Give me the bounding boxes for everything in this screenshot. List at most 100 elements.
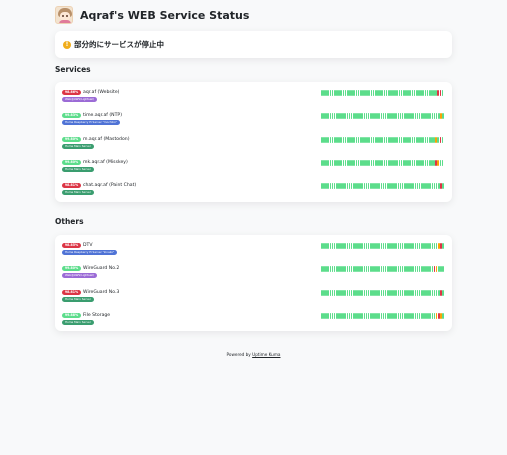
heartbeat-beat[interactable]: [429, 243, 432, 249]
heartbeat-beat[interactable]: [380, 113, 383, 120]
heartbeat-beat[interactable]: [361, 243, 364, 249]
heartbeat-beat[interactable]: [431, 183, 434, 190]
monitor-row[interactable]: 98.81% chat.aqr.af (Paint Chat) Home Main …: [62, 183, 444, 201]
heartbeat-beat[interactable]: [378, 289, 381, 296]
monitor-row[interactable]: 99.80% WireGuard No.2 Web@AWS(Lightsail): [62, 266, 444, 284]
heartbeat-beat[interactable]: [329, 266, 332, 273]
heartbeat-beat[interactable]: [346, 113, 349, 120]
heartbeat-beat[interactable]: [346, 183, 349, 190]
heartbeat-beat[interactable]: [355, 159, 358, 166]
monitor-name[interactable]: m.aqr.af (Mastodon): [83, 136, 130, 143]
heartbeat-beat[interactable]: [329, 289, 332, 296]
heartbeat-beat[interactable]: [344, 243, 347, 249]
footer-link[interactable]: Uptime Kuma: [252, 352, 280, 357]
heartbeat-beat[interactable]: [327, 113, 330, 120]
heartbeat-beat[interactable]: [442, 183, 444, 190]
heartbeat-beat[interactable]: [378, 113, 381, 120]
heartbeat-beat[interactable]: [363, 266, 366, 273]
heartbeat-beat[interactable]: [329, 113, 332, 120]
heartbeat-beat[interactable]: [411, 136, 414, 143]
monitor-name[interactable]: mk.aqr.af (Misskey): [83, 159, 128, 166]
monitor-row[interactable]: 98.86% aqr.af (Website) Web@AWS(Lightsail): [62, 90, 444, 108]
heartbeat-beat[interactable]: [344, 312, 347, 319]
heartbeat-beat[interactable]: [327, 312, 330, 319]
monitor-row[interactable]: 99.83% time.aqr.af (NTP) Home Raspberry Pi…: [62, 113, 444, 131]
heartbeat-beat[interactable]: [422, 159, 425, 166]
heartbeat-beat[interactable]: [429, 289, 432, 296]
heartbeat-beat[interactable]: [442, 243, 444, 249]
heartbeat-beat[interactable]: [414, 266, 417, 273]
heartbeat-beat[interactable]: [329, 183, 332, 190]
heartbeat-beat[interactable]: [412, 113, 415, 120]
heartbeat-beat[interactable]: [395, 183, 398, 190]
heartbeat-beat[interactable]: [329, 312, 332, 319]
monitor-name[interactable]: WireGuard No.2: [83, 265, 119, 272]
heartbeat-beat[interactable]: [368, 136, 371, 143]
heartbeat-beat[interactable]: [361, 113, 364, 120]
heartbeat-beat[interactable]: [424, 90, 427, 96]
heartbeat-beat[interactable]: [378, 266, 381, 273]
heartbeat-beat[interactable]: [346, 289, 349, 296]
heartbeat-beat[interactable]: [395, 266, 398, 273]
heartbeat-beat[interactable]: [353, 90, 356, 96]
heartbeat-beat[interactable]: [383, 159, 386, 166]
heartbeat-beat[interactable]: [412, 312, 415, 319]
heartbeat-beat[interactable]: [396, 159, 399, 166]
heartbeat-beat[interactable]: [355, 136, 358, 143]
heartbeat-beat[interactable]: [431, 312, 434, 319]
heartbeat-beat[interactable]: [414, 183, 417, 190]
heartbeat-beat[interactable]: [346, 243, 349, 249]
heartbeat-beat[interactable]: [327, 289, 330, 296]
heartbeat-beat[interactable]: [346, 266, 349, 273]
heartbeat-beat[interactable]: [342, 90, 345, 96]
monitor-row[interactable]: 98.85% DTV Home Raspberry Pi Server "kinak…: [62, 243, 444, 261]
heartbeat-beat[interactable]: [381, 136, 384, 143]
heartbeat-beat[interactable]: [378, 183, 381, 190]
monitor-name[interactable]: File Storage: [83, 312, 110, 319]
heartbeat-beat[interactable]: [429, 266, 432, 273]
heartbeat-beat[interactable]: [409, 136, 412, 143]
heartbeat-beat[interactable]: [380, 183, 383, 190]
heartbeat-beat[interactable]: [437, 159, 440, 166]
heartbeat-beat[interactable]: [378, 312, 381, 319]
monitor-name[interactable]: aqr.af (Website): [83, 89, 119, 96]
monitor-name[interactable]: DTV: [83, 242, 93, 249]
heartbeat-beat[interactable]: [411, 90, 414, 96]
heartbeat-beat[interactable]: [368, 159, 371, 166]
heartbeat-beat[interactable]: [422, 90, 425, 96]
heartbeat-beat[interactable]: [397, 183, 400, 190]
heartbeat-beat[interactable]: [431, 266, 434, 273]
heartbeat-beat[interactable]: [380, 289, 383, 296]
heartbeat-beat[interactable]: [412, 183, 415, 190]
heartbeat-beat[interactable]: [397, 113, 400, 120]
heartbeat-beat[interactable]: [340, 90, 343, 96]
heartbeat-beat[interactable]: [442, 266, 444, 273]
heartbeat-beat[interactable]: [380, 266, 383, 273]
heartbeat-beat[interactable]: [342, 159, 345, 166]
heartbeat-beat[interactable]: [355, 90, 358, 96]
monitor-name[interactable]: time.aqr.af (NTP): [83, 112, 122, 119]
heartbeat-beat[interactable]: [412, 243, 415, 249]
heartbeat-beat[interactable]: [422, 136, 425, 143]
heartbeat-beat[interactable]: [395, 243, 398, 249]
heartbeat-beat[interactable]: [340, 136, 343, 143]
heartbeat-beat[interactable]: [441, 159, 444, 166]
heartbeat-beat[interactable]: [442, 113, 444, 120]
heartbeat-beat[interactable]: [380, 312, 383, 319]
heartbeat-beat[interactable]: [409, 90, 412, 96]
heartbeat-beat[interactable]: [431, 289, 434, 296]
heartbeat-beat[interactable]: [361, 183, 364, 190]
heartbeat-beat[interactable]: [342, 136, 345, 143]
heartbeat-beat[interactable]: [441, 90, 444, 96]
heartbeat-beat[interactable]: [344, 289, 347, 296]
heartbeat-beat[interactable]: [327, 183, 330, 190]
monitor-name[interactable]: WireGuard No.3: [83, 289, 119, 296]
heartbeat-beat[interactable]: [442, 289, 444, 296]
heartbeat-beat[interactable]: [429, 312, 432, 319]
heartbeat-beat[interactable]: [363, 243, 366, 249]
heartbeat-beat[interactable]: [395, 289, 398, 296]
heartbeat-beat[interactable]: [346, 312, 349, 319]
monitor-name[interactable]: chat.aqr.af (Paint Chat): [83, 182, 136, 189]
heartbeat-beat[interactable]: [414, 113, 417, 120]
heartbeat-beat[interactable]: [397, 312, 400, 319]
